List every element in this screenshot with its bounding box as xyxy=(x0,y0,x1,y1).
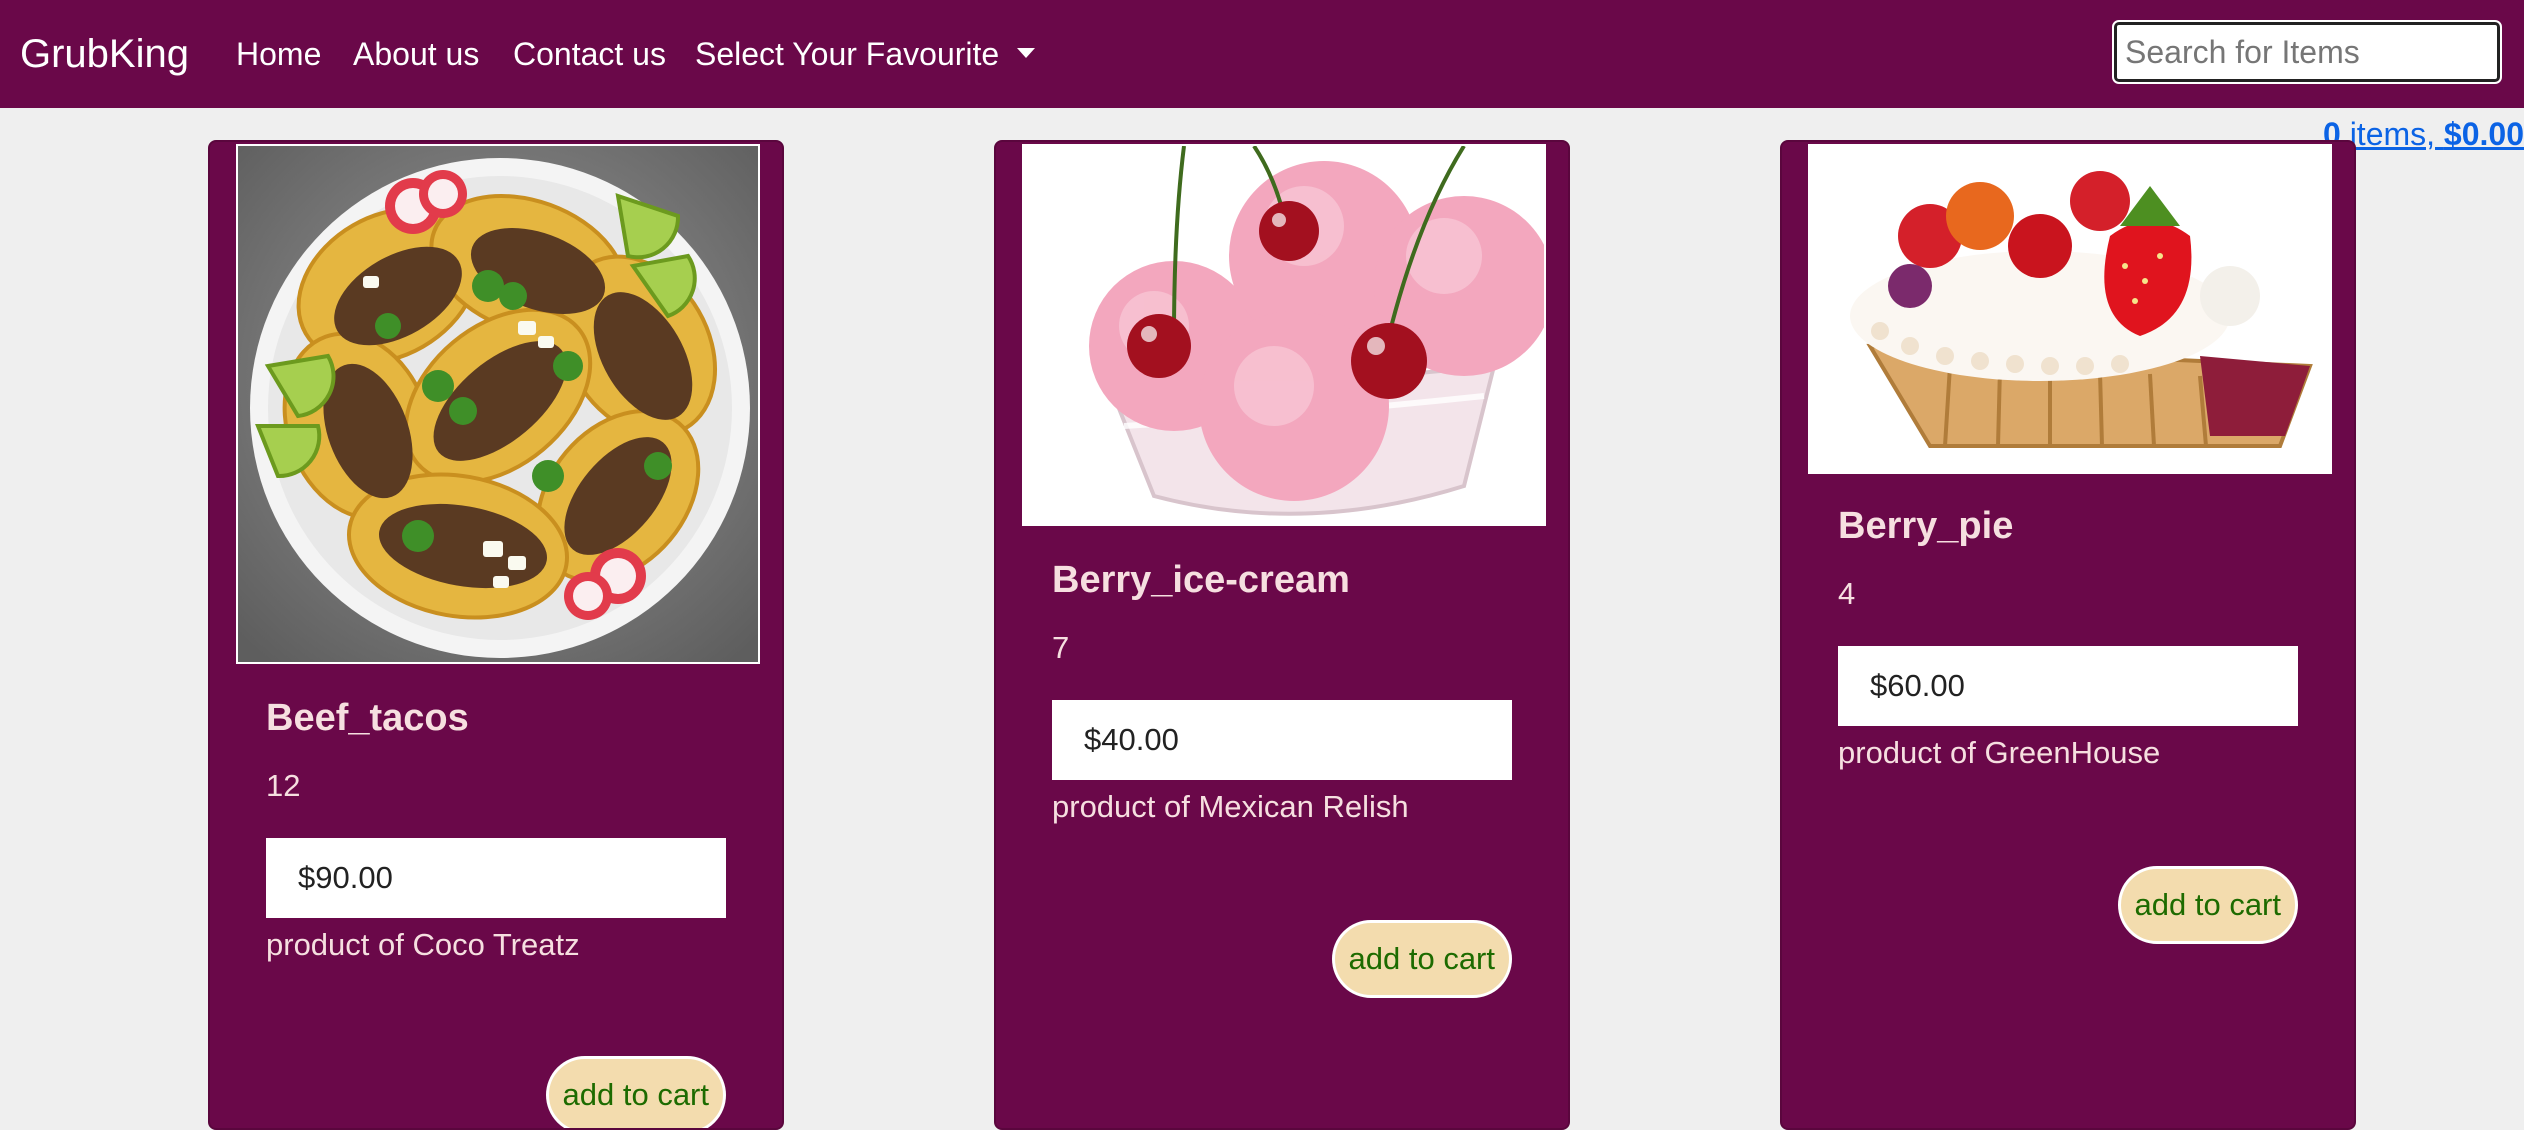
product-name: Berry_ice-cream xyxy=(1052,559,1350,601)
add-to-cart-button[interactable]: add to cart xyxy=(2117,866,2298,944)
cart-total: $0.00 xyxy=(2443,116,2524,152)
product-price: $60.00 xyxy=(1838,646,2298,726)
product-quantity: 4 xyxy=(1838,576,1856,611)
add-to-cart-button[interactable]: add to cart xyxy=(1331,920,1512,998)
favourite-dropdown[interactable]: Select Your Favourite xyxy=(695,30,1036,78)
product-name: Berry_pie xyxy=(1838,505,2014,547)
nav-about-link[interactable]: About us xyxy=(353,30,479,78)
navbar: GrubKing Home About us Contact us Select… xyxy=(0,0,2524,108)
product-vendor: product of Coco Treatz xyxy=(266,927,580,962)
product-price: $40.00 xyxy=(1052,700,1512,780)
product-vendor: product of GreenHouse xyxy=(1838,735,2161,770)
taco-plate-image xyxy=(236,144,760,664)
add-to-cart-button[interactable]: add to cart xyxy=(545,1056,726,1128)
ice-cream-illustration xyxy=(1024,146,1544,524)
ice-cream-cherries-image xyxy=(1022,144,1546,526)
product-card-beef-tacos: Beef_tacos 12 $90.00 product of Coco Tre… xyxy=(208,140,784,1130)
product-quantity: 7 xyxy=(1052,630,1070,665)
caret-down-icon xyxy=(1017,47,1036,58)
product-card-berry-pie: Berry_pie 4 $60.00 product of GreenHouse… xyxy=(1780,140,2356,1130)
product-name: Beef_tacos xyxy=(266,697,469,739)
nav-home-link[interactable]: Home xyxy=(236,30,321,78)
product-vendor: product of Mexican Relish xyxy=(1052,789,1409,824)
product-price: $90.00 xyxy=(266,838,726,918)
cart-summary-label: items, xyxy=(2340,116,2444,152)
product-card-berry-ice-cream: Berry_ice-cream 7 $40.00 product of Mexi… xyxy=(994,140,1570,1130)
nav-contact-link[interactable]: Contact us xyxy=(513,30,666,78)
berry-tart-image xyxy=(1808,144,2332,474)
product-quantity: 12 xyxy=(266,768,301,803)
favourite-dropdown-label: Select Your Favourite xyxy=(695,36,1000,72)
search-input[interactable] xyxy=(2112,20,2502,84)
berry-tart-illustration xyxy=(1810,146,2330,472)
brand-logo[interactable]: GrubKing xyxy=(20,26,189,82)
taco-plate-illustration xyxy=(238,146,758,662)
